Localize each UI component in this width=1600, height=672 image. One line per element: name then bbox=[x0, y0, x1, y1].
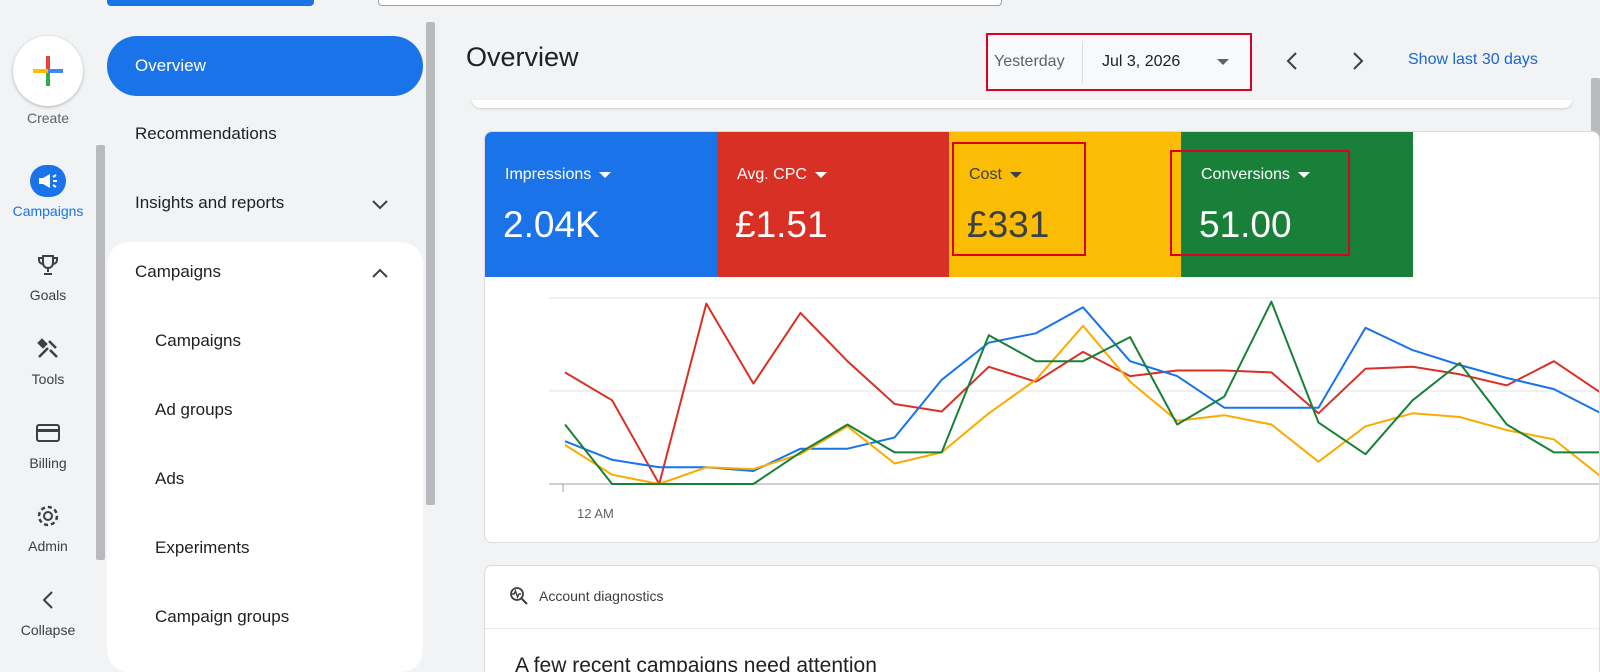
nav-item-overview[interactable]: Overview bbox=[107, 36, 423, 96]
rail-item-label: Goals bbox=[29, 287, 67, 303]
page-title: Overview bbox=[466, 42, 579, 72]
chevron-left-icon bbox=[30, 584, 66, 616]
nav-item-label: Insights and reports bbox=[135, 193, 285, 212]
left-rail: Create Campaigns Goals Tools Billing Adm… bbox=[0, 0, 96, 672]
rail-item-goals[interactable]: Goals bbox=[0, 249, 96, 319]
create-label: Create bbox=[26, 110, 70, 126]
megaphone-icon bbox=[30, 165, 66, 197]
rail-item-label: Campaigns bbox=[12, 203, 84, 219]
nav-scrollbar[interactable] bbox=[426, 22, 435, 505]
previous-period-arrow[interactable] bbox=[1281, 48, 1303, 74]
rail-item-campaigns[interactable]: Campaigns bbox=[0, 165, 96, 235]
chart-series-line-1 bbox=[564, 306, 1599, 472]
top-strip bbox=[0, 0, 1600, 8]
next-period-arrow[interactable] bbox=[1347, 48, 1369, 74]
create-button[interactable] bbox=[13, 36, 83, 106]
rail-scrollbar[interactable] bbox=[96, 145, 105, 560]
rail-item-label: Billing bbox=[29, 455, 67, 471]
nav-item-campaigns-group[interactable]: Campaigns bbox=[107, 244, 423, 300]
rail-item-label: Collapse bbox=[20, 622, 76, 638]
date-range-picker[interactable]: Yesterday Jul 3, 2026 bbox=[986, 33, 1252, 91]
divider bbox=[485, 628, 1599, 629]
diagnostics-message: A few recent campaigns need attention bbox=[515, 654, 877, 672]
header-card-edge bbox=[472, 100, 1572, 108]
x-axis-tick-label: 12 AM bbox=[577, 506, 614, 521]
chart-series-line-2 bbox=[564, 324, 1599, 485]
chevron-down-icon bbox=[372, 200, 388, 210]
nav-panel: Overview Recommendations Insights and re… bbox=[107, 22, 427, 672]
rail-item-label: Admin bbox=[28, 538, 68, 554]
tools-icon bbox=[30, 333, 66, 365]
nav-item-experiments[interactable]: Experiments bbox=[107, 520, 423, 576]
plus-icon bbox=[33, 56, 63, 86]
nav-item-campaign-groups[interactable]: Campaign groups bbox=[107, 589, 423, 645]
top-button[interactable] bbox=[107, 0, 314, 6]
nav-item-label: Campaigns bbox=[155, 331, 241, 350]
nav-item-ads[interactable]: Ads bbox=[107, 451, 423, 507]
nav-item-campaigns[interactable]: Campaigns bbox=[107, 313, 423, 369]
rail-item-billing[interactable]: Billing bbox=[0, 417, 96, 487]
chevron-up-icon bbox=[372, 268, 388, 278]
rail-item-label: Tools bbox=[31, 371, 65, 387]
diagnostics-title: Account diagnostics bbox=[539, 588, 664, 604]
nav-item-label: Ad groups bbox=[155, 400, 233, 419]
nav-item-label: Campaigns bbox=[135, 262, 221, 281]
date-divider bbox=[1082, 41, 1083, 83]
performance-chart-card: Impressions 2.04K Avg. CPC £1.51 Cost £3… bbox=[484, 131, 1600, 543]
gear-icon bbox=[30, 500, 66, 532]
show-last-30-days-link[interactable]: Show last 30 days bbox=[1408, 51, 1538, 69]
nav-item-label: Campaign groups bbox=[155, 607, 290, 626]
credit-card-icon bbox=[30, 417, 66, 449]
diagnostics-icon bbox=[510, 587, 528, 605]
nav-item-insights[interactable]: Insights and reports bbox=[107, 175, 423, 231]
account-diagnostics-card: Account diagnostics A few recent campaig… bbox=[484, 565, 1600, 672]
nav-item-ad-groups[interactable]: Ad groups bbox=[107, 382, 423, 438]
rail-item-collapse[interactable]: Collapse bbox=[0, 584, 96, 654]
chart-series-line-0 bbox=[564, 302, 1599, 485]
date-range-label: Yesterday bbox=[994, 53, 1065, 70]
trophy-icon bbox=[30, 249, 66, 281]
nav-item-recommendations[interactable]: Recommendations bbox=[107, 106, 423, 162]
top-search-bar[interactable] bbox=[378, 0, 1002, 6]
date-value-dropdown[interactable]: Jul 3, 2026 bbox=[1102, 35, 1180, 89]
rail-item-admin[interactable]: Admin bbox=[0, 500, 96, 570]
line-chart bbox=[549, 297, 1599, 492]
nav-item-label: Recommendations bbox=[135, 124, 277, 143]
diagnostics-header[interactable]: Account diagnostics bbox=[509, 586, 664, 606]
caret-down-icon[interactable] bbox=[1217, 59, 1229, 65]
nav-item-label: Experiments bbox=[155, 538, 250, 557]
nav-item-label: Ads bbox=[155, 469, 185, 488]
nav-item-label: Overview bbox=[135, 56, 206, 75]
rail-item-tools[interactable]: Tools bbox=[0, 333, 96, 403]
